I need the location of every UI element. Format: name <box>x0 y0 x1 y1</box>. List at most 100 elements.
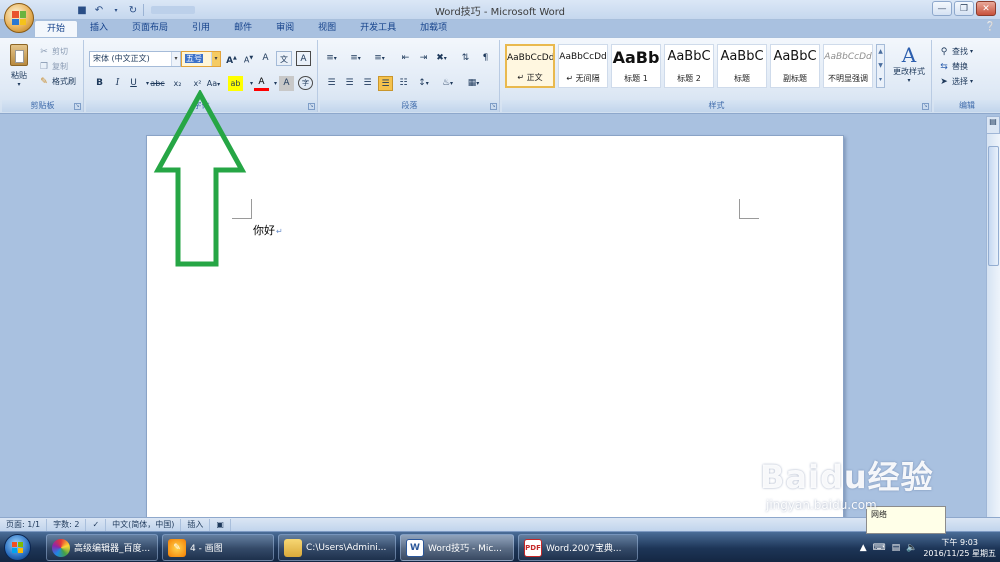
subscript-button[interactable]: x₂ <box>170 76 185 91</box>
keyboard-icon[interactable]: ⌨ <box>873 543 886 553</box>
maximize-button[interactable]: ❐ <box>954 1 974 16</box>
character-border-button[interactable]: A <box>296 51 311 66</box>
macro-record-icon[interactable]: ▣ <box>210 518 231 531</box>
scroll-up-icon[interactable]: ▲ <box>877 45 884 59</box>
strikethrough-button[interactable]: abc <box>150 76 165 91</box>
show-marks-button[interactable]: ¶ <box>478 51 493 66</box>
font-launcher[interactable]: ↘ <box>308 103 315 110</box>
bullets-button[interactable]: ≡▾ <box>324 51 339 66</box>
tab-page-layout[interactable]: 页面布局 <box>120 20 180 37</box>
clear-formatting-button[interactable]: A <box>258 51 273 66</box>
grow-font-button[interactable]: A▲ <box>224 51 239 66</box>
style-normal[interactable]: AaBbCcDd ↵ 正文 <box>505 44 555 88</box>
superscript-button[interactable]: x² <box>190 76 205 91</box>
document-page[interactable]: 你好↵ <box>146 135 844 518</box>
tab-developer[interactable]: 开发工具 <box>348 20 408 37</box>
enclose-characters-button[interactable]: 字 <box>298 76 313 90</box>
taskbar-item-editor[interactable]: 高级编辑器_百度... <box>46 534 158 561</box>
style-no-spacing[interactable]: AaBbCcDd ↵ 无间隔 <box>558 44 608 88</box>
taskbar-item-paint[interactable]: ✎ 4 - 画图 <box>162 534 274 561</box>
replace-button[interactable]: ⇆ 替换 <box>938 59 973 74</box>
office-button[interactable] <box>4 3 34 33</box>
increase-indent-button[interactable]: ⇥ <box>416 51 431 66</box>
start-button[interactable] <box>4 534 31 561</box>
proofing-icon[interactable]: ✓ <box>86 518 107 531</box>
style-subtitle[interactable]: AaBbC 副标题 <box>770 44 820 88</box>
crop-mark-top-right <box>739 199 759 219</box>
tab-home[interactable]: 开始 <box>34 20 79 37</box>
status-insert-mode[interactable]: 插入 <box>181 518 211 531</box>
paste-button[interactable]: 粘贴 ▾ <box>6 44 32 94</box>
underline-button[interactable]: U <box>126 76 141 91</box>
cut-button[interactable]: ✂ 剪切 <box>38 44 76 59</box>
network-icon[interactable]: ▤ <box>892 543 901 553</box>
bold-button[interactable]: B <box>92 76 107 91</box>
borders-button[interactable]: ▦▾ <box>466 76 481 91</box>
font-size-box[interactable]: 五号 ▾ <box>181 51 221 67</box>
paragraph-launcher[interactable]: ↘ <box>490 103 497 110</box>
justify-button[interactable]: ☰ <box>378 76 393 91</box>
italic-button[interactable]: I <box>110 76 125 91</box>
more-styles-icon[interactable]: ▾ <box>877 73 884 87</box>
ruler-toggle-button[interactable]: ▤ <box>986 116 1000 134</box>
style-subtle-emphasis[interactable]: AaBbCcDd 不明显强调 <box>823 44 873 88</box>
style-heading-2[interactable]: AaBbC 标题 2 <box>664 44 714 88</box>
shading-button[interactable]: ♨▾ <box>440 76 455 91</box>
highlight-button[interactable]: ab <box>228 76 243 91</box>
scroll-thumb[interactable] <box>988 146 999 266</box>
volume-icon[interactable]: 🔈 <box>906 543 917 553</box>
status-language[interactable]: 中文(简体，中国) <box>106 518 182 531</box>
character-shading-button[interactable]: A <box>279 76 294 91</box>
sort-button[interactable]: ⇅ <box>458 51 473 66</box>
minimize-button[interactable]: — <box>932 1 952 16</box>
styles-gallery-scroll[interactable]: ▲ ▼ ▾ <box>876 44 885 88</box>
select-button[interactable]: ➤ 选择 ▾ <box>938 74 973 89</box>
tab-view[interactable]: 视图 <box>306 20 348 37</box>
multilevel-list-button[interactable]: ≡▾ <box>372 51 387 66</box>
help-icon[interactable]: ❔ <box>985 22 996 32</box>
taskbar-item-pdf[interactable]: PDF Word.2007宝典... <box>518 534 638 561</box>
shrink-font-button[interactable]: A▼ <box>241 51 256 66</box>
chinese-layout-button[interactable]: ✖▾ <box>434 51 449 66</box>
font-name-box[interactable]: 宋体 (中文正文) ▾ <box>89 51 181 67</box>
vertical-scrollbar[interactable] <box>986 134 1000 517</box>
clock[interactable]: 下午 9:03 2016/11/25 星期五 <box>923 537 996 559</box>
format-painter-button[interactable]: ✎ 格式刷 <box>38 74 76 89</box>
styles-launcher[interactable]: ↘ <box>922 103 929 110</box>
distributed-button[interactable]: ☷ <box>396 76 411 91</box>
align-left-button[interactable]: ☰ <box>324 76 339 91</box>
decrease-indent-icon: ⇤ <box>401 53 410 63</box>
decrease-indent-button[interactable]: ⇤ <box>398 51 413 66</box>
taskbar-item-word[interactable]: W Word技巧 - Mic... <box>400 534 514 561</box>
title-bar: ■ ↶ ▾ ↻ Word技巧 - Microsoft Word — ❐ ✕ <box>0 0 1000 20</box>
taskbar-label: C:\Users\Admini... <box>306 542 387 553</box>
tab-add-ins[interactable]: 加载项 <box>408 20 459 37</box>
font-color-button[interactable]: A <box>254 76 269 91</box>
style-heading-1[interactable]: AaBb 标题 1 <box>611 44 661 88</box>
status-word-count[interactable]: 字数: 2 <box>47 518 87 531</box>
tab-review[interactable]: 审阅 <box>264 20 306 37</box>
align-center-button[interactable]: ☰ <box>342 76 357 91</box>
font-name-dropdown-icon[interactable]: ▾ <box>171 52 180 66</box>
phonetic-guide-button[interactable]: 文 <box>276 51 292 66</box>
taskbar-item-explorer[interactable]: C:\Users\Admini... <box>278 534 396 561</box>
status-page[interactable]: 页面: 1/1 <box>0 518 48 531</box>
scroll-down-icon[interactable]: ▼ <box>877 59 884 73</box>
find-button[interactable]: ⚲ 查找 ▾ <box>938 44 973 59</box>
copy-button[interactable]: ❐ 复制 <box>38 59 76 74</box>
font-size-dropdown-icon[interactable]: ▾ <box>211 52 220 66</box>
change-case-button[interactable]: Aa▾ <box>206 76 221 91</box>
document-text[interactable]: 你好↵ <box>253 222 283 238</box>
close-button[interactable]: ✕ <box>976 1 996 16</box>
help-controls: ❔ <box>985 22 996 32</box>
clipboard-launcher[interactable]: ↘ <box>74 103 81 110</box>
align-right-button[interactable]: ☰ <box>360 76 375 91</box>
numbering-button[interactable]: ≡▾ <box>348 51 363 66</box>
line-spacing-button[interactable]: ↕▾ <box>416 76 431 91</box>
tab-insert[interactable]: 插入 <box>78 20 120 37</box>
tab-mailings[interactable]: 邮件 <box>222 20 264 37</box>
tab-references[interactable]: 引用 <box>180 20 222 37</box>
style-title[interactable]: AaBbC 标题 <box>717 44 767 88</box>
change-styles-button[interactable]: A 更改样式 ▾ <box>889 44 929 94</box>
tray-expand-icon[interactable]: ▲ <box>860 543 867 553</box>
